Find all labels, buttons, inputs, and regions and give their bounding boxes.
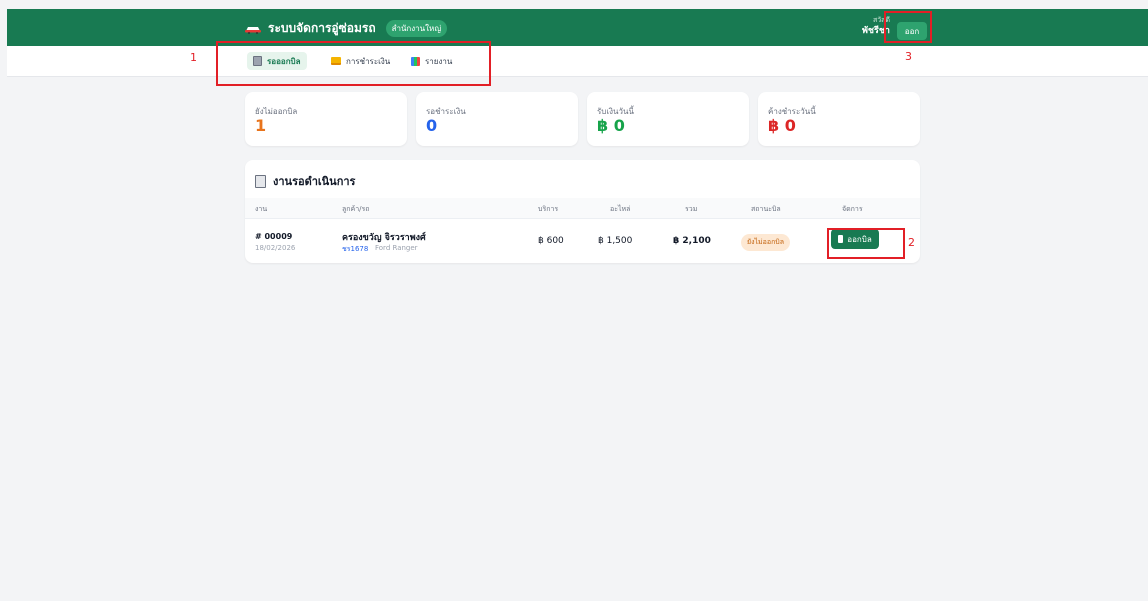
column-header: รวม [685,205,698,213]
stat-value: ฿ 0 [597,116,625,135]
parts-amount: ฿ 1,500 [598,236,633,246]
panel-title: งานรอดำเนินการ [273,175,356,188]
app-title: ระบบจัดการอู่ซ่อมรถ [268,21,376,35]
customer-name: ครองขวัญ จิรวราพงศ์ [342,233,426,243]
column-header: บริการ [538,205,559,213]
car-model: Ford Ranger [375,244,418,252]
column-header: ลูกค้า/รถ [342,205,370,213]
top-navbar: ระบบจัดการอู่ซ่อมรถ สำนักงานใหญ่ สวัสดี … [7,9,1148,46]
annotation-number-1: 1 [190,51,197,64]
tab-bar: รอออกบิล การชำระเงิน รายงาน [7,46,1148,77]
annotation-number-2: 2 [908,236,915,249]
panel-header: งานรอดำเนินการ [255,172,355,190]
annotation-box-3 [884,11,932,43]
stat-value: 0 [426,116,438,135]
status-badge: ยังไม่ออกบิล [741,234,791,251]
car-icon [244,24,262,34]
job-date: 18/02/2026 [255,244,296,252]
clipboard-icon [255,174,266,188]
stat-unbilled: ยังไม่ออกบิล 1 [245,92,407,146]
stat-received-today: รับเงินวันนี้ ฿ 0 [587,92,749,146]
column-header: อะไหล่ [610,205,631,213]
stat-outstanding-today: ค้างชำระวันนี้ ฿ 0 [758,92,920,146]
table-row[interactable]: # 00009 18/02/2026 ครองขวัญ จิรวราพงศ์ ช… [245,219,920,263]
brand: ระบบจัดการอู่ซ่อมรถ สำนักงานใหญ่ [244,19,448,38]
column-header: สถานะบิล [751,205,781,213]
annotation-number-3: 3 [905,50,912,63]
table-header: งาน ลูกค้า/รถ บริการ อะไหล่ รวม สถานะบิล… [245,198,920,219]
annotation-box-2 [827,228,905,259]
service-amount: ฿ 600 [538,236,564,246]
license-plate[interactable]: ชร1678 [342,244,368,255]
stat-awaiting-payment: รอชำระเงิน 0 [416,92,578,146]
total-amount: ฿ 2,100 [673,236,711,246]
column-header: งาน [255,205,268,213]
annotation-box-1 [216,41,491,86]
pending-jobs-panel: งานรอดำเนินการ งาน ลูกค้า/รถ บริการ อะไห… [245,160,920,263]
stat-value: 1 [255,116,267,135]
column-header: จัดการ [842,205,863,213]
stat-value: ฿ 0 [768,116,796,135]
branch-badge: สำนักงานใหญ่ [385,20,448,37]
job-number: # 00009 [255,232,293,241]
